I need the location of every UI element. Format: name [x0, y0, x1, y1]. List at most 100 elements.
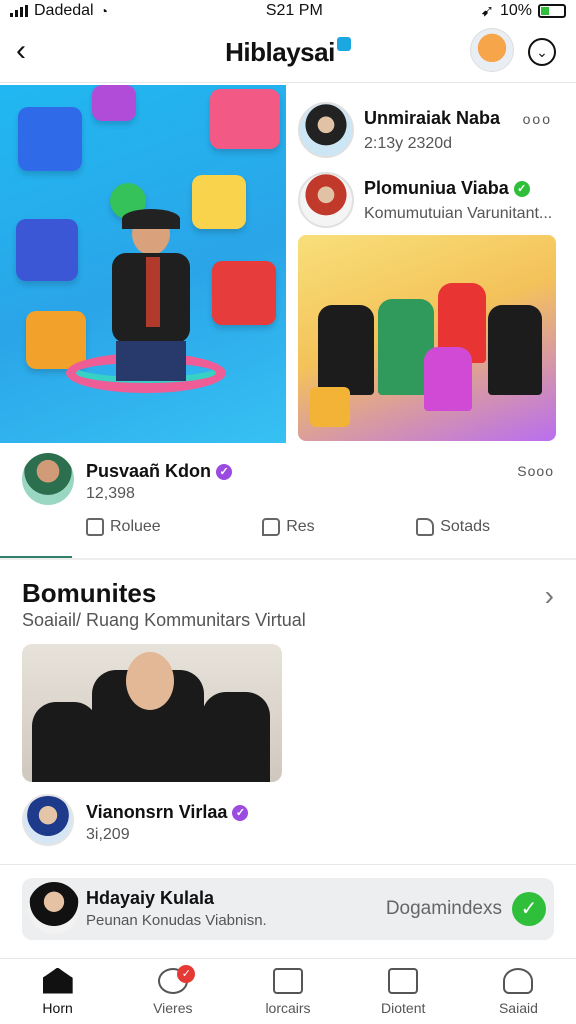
- chevron-right-icon[interactable]: ›: [545, 580, 554, 612]
- person-figure: [32, 702, 98, 782]
- grid-cube-icon: [16, 219, 78, 281]
- avatar: [22, 453, 74, 505]
- status-right: ➹ 10%: [481, 1, 566, 21]
- avatar: [298, 102, 354, 158]
- verified-icon: ✓: [232, 805, 249, 822]
- wifi-icon: ◔: [99, 3, 109, 19]
- list-item-sub: 2:13y 2320d: [364, 134, 453, 152]
- app-header: ‹ Hiblaysai ⌄: [0, 22, 576, 82]
- more-icon[interactable]: ooo: [523, 111, 552, 127]
- verified-icon: ✓: [513, 180, 530, 197]
- list-item-name: Plomuniua Viaba: [364, 177, 509, 198]
- chevron-left-icon: ‹: [16, 34, 26, 67]
- comment-button[interactable]: Res: [262, 515, 315, 539]
- right-column: Unmiraiak Naba 2:13y 2320d ooo Plomuniua…: [298, 83, 576, 235]
- boy-figure: [96, 195, 206, 395]
- title-badge-icon: [336, 36, 351, 51]
- thumb-icon: [416, 518, 435, 536]
- dropdown-button[interactable]: ⌄: [528, 38, 556, 66]
- profile-avatar[interactable]: [470, 28, 514, 72]
- section-subtitle: Soaiail/ Ruang Kommunitars Virtual: [22, 610, 306, 630]
- notification-sub: Peunan Konudas Viabnisn.: [86, 912, 267, 929]
- list-icon: [273, 967, 303, 994]
- post-actions: Roluee Res Sotads: [86, 515, 576, 539]
- like-button[interactable]: Roluee: [86, 515, 161, 539]
- feed-top: Unmiraiak Naba 2:13y 2320d ooo Plomuniua…: [0, 82, 576, 558]
- post-name-row: Pusvaañ Kdon ✓: [86, 461, 233, 482]
- avatar: [28, 882, 80, 934]
- notification-badge-icon: ✓: [177, 965, 196, 983]
- toy-block-icon: [310, 387, 350, 427]
- more-icon[interactable]: Sooo: [517, 463, 554, 479]
- tab-content[interactable]: Diotent: [346, 959, 461, 1024]
- tab-home[interactable]: Horn: [0, 959, 115, 1024]
- tab-label: Saiaid: [498, 999, 538, 1016]
- music-cube-icon: [18, 107, 82, 171]
- notification-name: Hdayaiy Kulala: [86, 888, 215, 908]
- battery-text: 10%: [499, 2, 532, 19]
- communities-section: Bomunites Soaiail/ Ruang Kommunitars Vir…: [0, 560, 576, 940]
- home-icon: [42, 967, 73, 994]
- check-icon[interactable]: ✓: [512, 892, 546, 926]
- community-count: 3i,209: [86, 826, 130, 843]
- comment-icon: [262, 518, 281, 536]
- post-name: Pusvaañ Kdon: [86, 461, 212, 481]
- divider: [0, 864, 576, 865]
- tab-label: Diotent: [381, 999, 426, 1016]
- person-figure: [318, 305, 374, 395]
- person-figure: [202, 692, 270, 782]
- back-button[interactable]: ‹: [16, 36, 40, 66]
- face-shape: [126, 652, 174, 710]
- share-button[interactable]: Sotads: [416, 515, 490, 539]
- list-item[interactable]: Plomuniua Viaba ✓ Komumutuian Varunitant…: [298, 165, 576, 235]
- person-figure: [424, 347, 472, 411]
- person-figure: [488, 305, 542, 395]
- section-title: Bomunites: [22, 578, 157, 608]
- tab-messages[interactable]: ✓ Vieres: [115, 959, 230, 1024]
- book-icon: [388, 967, 419, 994]
- tab-bar: Horn ✓ Vieres lorcairs Diotent Saiaid: [0, 958, 576, 1024]
- list-item-text: Plomuniua Viaba ✓ Komumutuian Varunitant…: [364, 178, 552, 223]
- share-label: Sotads: [440, 518, 490, 535]
- location-icon: ➹: [480, 3, 494, 20]
- avatar: [298, 172, 354, 228]
- post-count: 12,398: [86, 485, 135, 502]
- page-title: Hiblaysai: [225, 36, 351, 68]
- tab-list[interactable]: lorcairs: [230, 959, 345, 1024]
- community-name-row: Vianonsrn Virlaa ✓: [86, 802, 249, 823]
- status-time: S21 PM: [265, 2, 323, 19]
- bookmark-icon: [86, 518, 104, 536]
- music-cube-icon: [26, 311, 86, 369]
- tab-profile[interactable]: Saiaid: [461, 959, 576, 1024]
- status-bar: Dadedal ◔ S21 PM ➹ 10%: [0, 0, 576, 22]
- community-photo[interactable]: [22, 644, 282, 782]
- music-cube-icon: [92, 85, 136, 121]
- community-row[interactable]: Vianonsrn Virlaa ✓ 3i,209: [22, 794, 554, 850]
- list-item-text: Unmiraiak Naba 2:13y 2320d: [364, 108, 500, 153]
- page-title-text: Hiblaysai: [225, 36, 335, 67]
- list-item-sub: Komumutuian Varunitant...: [364, 204, 553, 222]
- notification-card[interactable]: Hdayaiy Kulala Peunan Konudas Viabnisn. …: [22, 878, 554, 940]
- music-cube-icon: [210, 89, 280, 149]
- signal-icon: [10, 5, 28, 17]
- status-left: Dadedal ◔: [10, 2, 108, 20]
- tab-label: lorcairs: [265, 999, 311, 1016]
- carrier-text: Dadedal: [34, 2, 94, 19]
- verified-icon: ✓: [216, 464, 233, 481]
- user-icon: [503, 967, 534, 994]
- list-item[interactable]: Unmiraiak Naba 2:13y 2320d: [298, 95, 576, 165]
- like-label: Roluee: [110, 518, 161, 535]
- group-photo[interactable]: [298, 235, 556, 441]
- list-item-name: Unmiraiak Naba: [364, 107, 501, 128]
- community-name: Vianonsrn Virlaa: [86, 802, 228, 822]
- battery-icon: [538, 4, 566, 18]
- avatar: [22, 794, 74, 846]
- hero-image[interactable]: [0, 85, 286, 443]
- play-cube-icon: [212, 261, 276, 325]
- tab-label: Horn: [42, 999, 73, 1016]
- comment-label: Res: [286, 518, 315, 535]
- list-item-name-row: Plomuniua Viaba ✓: [364, 178, 552, 199]
- tab-label: Vieres: [153, 999, 193, 1016]
- notification-status: Dogamindexs: [385, 898, 502, 919]
- post-row[interactable]: Pusvaañ Kdon ✓ 12,398 Sooo: [22, 453, 554, 513]
